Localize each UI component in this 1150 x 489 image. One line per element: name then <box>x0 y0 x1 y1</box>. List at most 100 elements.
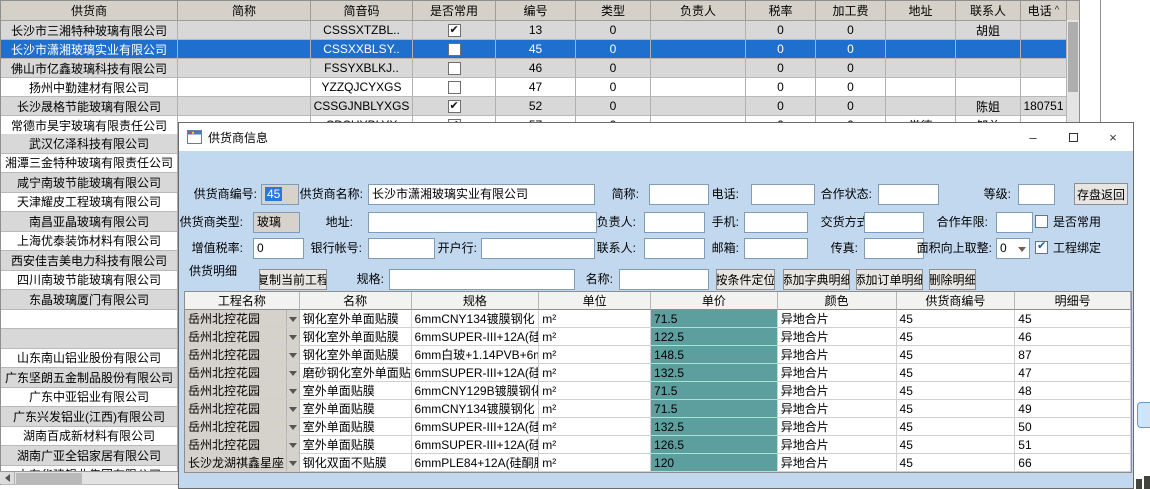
cell-short[interactable] <box>178 97 311 116</box>
list-item[interactable]: 东晶玻璃厦门有限公司 <box>1 290 177 310</box>
list-item[interactable]: 广东坚朗五金制品股份有限公司 <box>1 368 177 388</box>
cell-contact[interactable] <box>956 40 1021 59</box>
cell-no[interactable]: 47 <box>496 78 576 97</box>
supplier_type-field[interactable]: 玻璃 <box>253 212 300 233</box>
cell-project-combo[interactable]: 岳州北控花园 <box>185 436 300 454</box>
list-item[interactable]: 天津耀皮工程玻璃有限公司 <box>1 193 177 213</box>
cell-supplier-no[interactable]: 45 <box>897 310 1016 328</box>
cell-spec[interactable]: 6mmCNY134镀膜钢化 <box>412 400 540 418</box>
cell-contact[interactable] <box>956 59 1021 78</box>
scroll-left-button[interactable] <box>0 472 15 484</box>
table-row[interactable]: 扬州中勤建材有限公司YZZQJCYXGS47000 <box>1 78 1079 97</box>
combo-dropdown-icon[interactable] <box>286 400 299 417</box>
cell-supplier-no[interactable]: 45 <box>897 400 1016 418</box>
detail-row[interactable]: 岳州北控花园钢化室外单面贴膜6mmCNY134镀膜钢化m²71.5异地合片454… <box>185 310 1131 328</box>
combo-dropdown-icon[interactable] <box>286 328 299 345</box>
often-unchecked-checkbox[interactable] <box>1035 215 1048 228</box>
cell-addr[interactable] <box>886 40 956 59</box>
detail-row[interactable]: 岳州北控花园钢化室外单面贴膜6mm白玻+1.14PVB+6mm...m²148.… <box>185 346 1131 364</box>
cell-code[interactable]: YZZQJCYXGS <box>311 78 413 97</box>
combo-dropdown-icon[interactable] <box>286 418 299 435</box>
cell-supplier-no[interactable]: 45 <box>897 328 1016 346</box>
cell-phone[interactable] <box>1021 59 1067 78</box>
detail-row[interactable]: 长沙龙湖祺鑫星座钢化双面不贴膜6mmPLE84+12A(硅酮胶...m²120异… <box>185 454 1131 472</box>
manager-field[interactable] <box>644 212 705 233</box>
phone-field[interactable] <box>751 184 815 205</box>
column-header-9[interactable]: 地址 <box>886 1 956 21</box>
cell-project-combo[interactable]: 岳州北控花园 <box>185 346 300 364</box>
cell-detail-no[interactable]: 87 <box>1015 346 1131 364</box>
cell-color[interactable]: 异地合片 <box>778 310 897 328</box>
cell-detail-no[interactable]: 48 <box>1015 382 1131 400</box>
cell-fee[interactable]: 0 <box>816 78 886 97</box>
column-header-1[interactable]: 简称 <box>178 1 311 21</box>
cell-project-combo[interactable]: 岳州北控花园 <box>185 310 300 328</box>
cell-spec[interactable]: 6mmCNY129B镀膜钢化 <box>412 382 540 400</box>
cell-fee[interactable]: 0 <box>816 97 886 116</box>
table-row[interactable]: 长沙市三湘特种玻璃有限公司CSSSXTZBL..13000胡姐 <box>1 21 1079 40</box>
cell-supplier-no[interactable]: 45 <box>897 346 1016 364</box>
detail-row[interactable]: 岳州北控花园室外单面贴膜6mmCNY129B镀膜钢化m²71.5异地合片4548 <box>185 382 1131 400</box>
cell-unit-price[interactable]: 132.5 <box>651 364 778 382</box>
cell-contact[interactable] <box>956 78 1021 97</box>
cell-project-combo[interactable]: 岳州北控花园 <box>185 364 300 382</box>
minimize-button[interactable]: – <box>1013 123 1053 151</box>
cell-common[interactable] <box>413 97 496 116</box>
cell-project-combo[interactable]: 长沙龙湖祺鑫星座 <box>185 454 300 472</box>
list-item[interactable]: 山东南山铝业股份有限公司 <box>1 349 177 369</box>
cell-supplier-no[interactable]: 45 <box>897 364 1016 382</box>
cell-unit[interactable]: m² <box>539 310 651 328</box>
save-return-button[interactable]: 存盘返回 <box>1074 183 1128 205</box>
cell-color[interactable]: 异地合片 <box>778 454 897 472</box>
cell-detail-no[interactable]: 49 <box>1015 400 1131 418</box>
cell-supplier-no[interactable]: 45 <box>897 382 1016 400</box>
name-filter-input[interactable] <box>619 269 709 290</box>
cell-common[interactable] <box>413 59 496 78</box>
cell-short[interactable] <box>178 59 311 78</box>
column-header-10[interactable]: 联系人 <box>956 1 1021 21</box>
cell-spec[interactable]: 6mm白玻+1.14PVB+6mm... <box>412 346 540 364</box>
cell-manager[interactable] <box>651 40 746 59</box>
cell-supplier[interactable]: 长沙晟格节能玻璃有限公司 <box>1 97 178 116</box>
cell-phone[interactable] <box>1021 21 1067 40</box>
cell-unit-price[interactable]: 71.5 <box>651 400 778 418</box>
cell-project-combo[interactable]: 岳州北控花园 <box>185 382 300 400</box>
cell-color[interactable]: 异地合片 <box>778 328 897 346</box>
cell-name[interactable]: 室外单面贴膜 <box>300 400 412 418</box>
delete-detail-button[interactable]: 删除明细 <box>929 269 976 290</box>
cell-code[interactable]: CSSGJNBLYXGS <box>311 97 413 116</box>
cell-unit[interactable]: m² <box>539 454 651 472</box>
cell-supplier[interactable]: 常德市昊宇玻璃有限责任公司 <box>1 116 178 135</box>
cell-spec[interactable]: 6mmSUPER-III+12A(硅... <box>412 436 540 454</box>
cell-no[interactable]: 13 <box>496 21 576 40</box>
unchecked-checkbox[interactable] <box>448 43 461 56</box>
combo-dropdown-icon[interactable] <box>286 364 299 381</box>
cell-color[interactable]: 异地合片 <box>778 382 897 400</box>
cell-unit-price[interactable]: 71.5 <box>651 382 778 400</box>
cell-unit[interactable]: m² <box>539 382 651 400</box>
detail-column-header-0[interactable]: 工程名称 <box>185 292 300 310</box>
column-header-8[interactable]: 加工费 <box>816 1 886 21</box>
round_up-select[interactable]: 0 <box>996 238 1030 259</box>
column-header-4[interactable]: 编号 <box>496 1 576 21</box>
cell-code[interactable]: FSSYXBLKJ.. <box>311 59 413 78</box>
cell-supplier[interactable]: 长沙市潇湘玻璃实业有限公司 <box>1 40 178 59</box>
list-item[interactable]: 上海优泰装饰材料有限公司 <box>1 232 177 252</box>
cell-name[interactable]: 钢化室外单面贴膜 <box>300 310 412 328</box>
list-item[interactable]: 四川南玻节能玻璃有限公司 <box>1 271 177 291</box>
copy-current-project-button[interactable]: 复制当前工程 <box>259 269 327 290</box>
detail-column-header-1[interactable]: 名称 <box>300 292 412 310</box>
cell-supplier[interactable]: 长沙市三湘特种玻璃有限公司 <box>1 21 178 40</box>
cell-name[interactable]: 室外单面贴膜 <box>300 436 412 454</box>
cell-addr[interactable] <box>886 78 956 97</box>
spec-filter-input[interactable] <box>389 269 575 290</box>
list-item[interactable]: 广东中亚铝业有限公司 <box>1 388 177 408</box>
address-field[interactable] <box>368 212 597 233</box>
bank-field[interactable] <box>481 238 595 259</box>
list-item-empty[interactable] <box>1 310 177 330</box>
cell-contact[interactable]: 陈姐 <box>956 97 1021 116</box>
cell-fee[interactable]: 0 <box>816 59 886 78</box>
cell-short[interactable] <box>178 78 311 97</box>
table-row[interactable]: 佛山市亿鑫玻璃科技有限公司FSSYXBLKJ..46000 <box>1 59 1079 78</box>
bank_account-field[interactable] <box>368 238 435 259</box>
